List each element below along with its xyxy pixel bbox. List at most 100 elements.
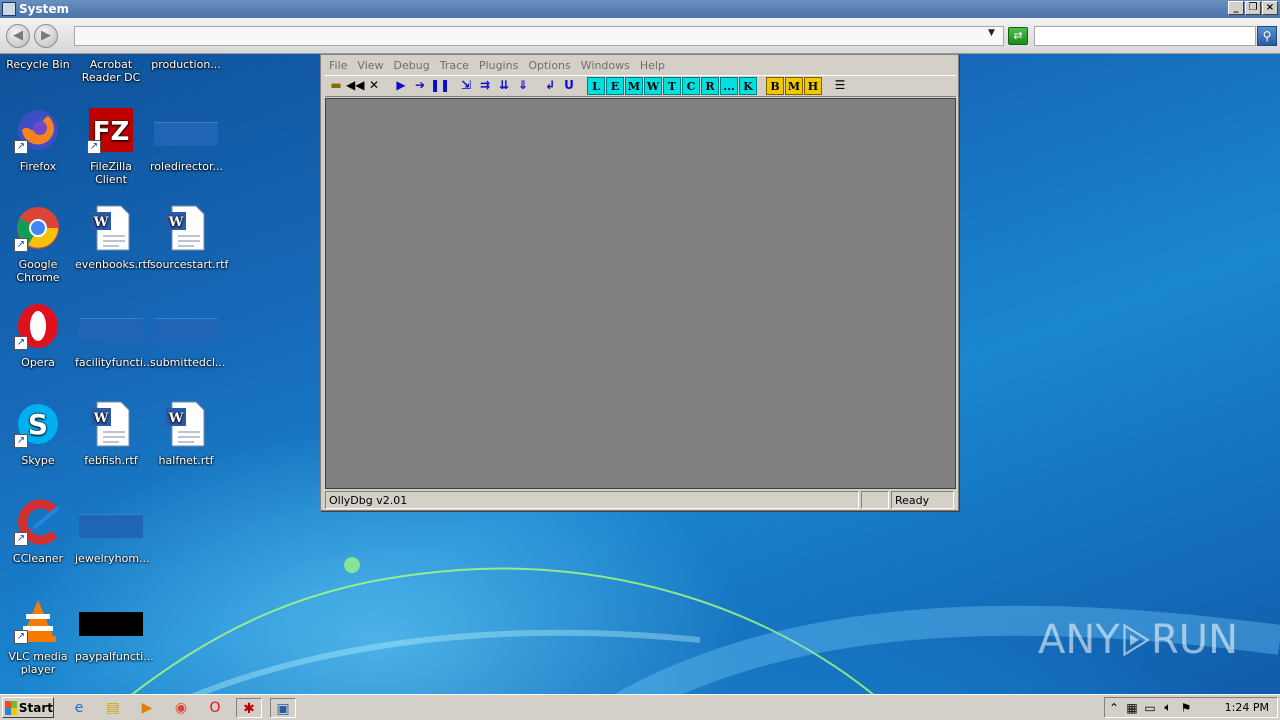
chrome-taskbar-icon[interactable]: ◉ (170, 698, 192, 718)
refresh-button[interactable]: ⇄ (1008, 27, 1028, 45)
window-titlebar: System _ ❐ × (0, 0, 1280, 18)
open-folder-icon[interactable]: ▬ (327, 77, 345, 95)
desktop-icon-skype[interactable]: S ↗ Skype (0, 400, 76, 467)
taskbar-clock[interactable]: 1:24 PM (1225, 701, 1277, 714)
step-into-icon[interactable]: ⇲ (457, 77, 475, 95)
menu-view[interactable]: View (353, 59, 389, 72)
menu-windows[interactable]: Windows (577, 59, 636, 72)
desktop-icon-halfnet[interactable]: W halfnet.rtf (148, 400, 224, 467)
desktop-icon-opera[interactable]: ↗ Opera (0, 302, 76, 369)
desktop-icon-label: sourcestart.rtf (150, 258, 229, 271)
opera-taskbar-icon[interactable]: O (204, 698, 226, 718)
desktop-icon-firefox[interactable]: ↗ Firefox (0, 106, 76, 173)
log-window-button[interactable]: L (587, 77, 605, 95)
desktop-icon-vlc[interactable]: ↗ VLC media player (0, 596, 76, 676)
menu-options[interactable]: Options (524, 59, 576, 72)
memory-map-button[interactable]: M (625, 77, 643, 95)
ollydbg-client-area (325, 98, 956, 489)
desktop-icon-acrobat[interactable]: Acrobat Reader DC (73, 58, 149, 84)
menu-trace[interactable]: Trace (436, 59, 475, 72)
desktop-icon-ccleaner[interactable]: ↗ CCleaner (0, 498, 76, 565)
desktop-icon-jewelryhom[interactable]: jewelryhom... (73, 498, 150, 565)
word-doc-icon: W (87, 204, 135, 252)
list-icon[interactable]: ☰ (831, 77, 849, 95)
desktop-icon-label: jewelryhom... (75, 552, 150, 565)
minimize-button[interactable]: _ (1228, 1, 1244, 15)
desktop-icon-filezilla[interactable]: FZ ↗ FileZilla Client (73, 106, 149, 186)
action-center-icon[interactable]: ▦ (1123, 701, 1141, 715)
step-over-icon[interactable]: ⇉ (476, 77, 494, 95)
search-icon: ⚲ (1262, 29, 1272, 43)
breakpoints-button[interactable]: B (766, 77, 784, 95)
windows-button[interactable]: W (644, 77, 662, 95)
desktop-icon-facilityfuncti[interactable]: facilityfuncti... (73, 302, 154, 369)
desktop-icon-production[interactable]: production... (148, 58, 224, 71)
call-stack-button[interactable]: K (739, 77, 757, 95)
word-doc-icon: W (87, 400, 135, 448)
pause-icon[interactable]: ❚❚ (430, 77, 450, 95)
volume-icon[interactable]: 🔈︎ (1159, 700, 1177, 715)
back-button[interactable]: ◀ (6, 24, 30, 48)
references-button[interactable]: R (701, 77, 719, 95)
executables-button[interactable]: E (606, 77, 624, 95)
execute-till-return-icon[interactable]: ↲ (541, 77, 559, 95)
flag-icon[interactable]: ⚑ (1177, 701, 1195, 715)
computer-icon (2, 2, 16, 16)
hardware-breakpoints-button[interactable]: H (804, 77, 822, 95)
close-button[interactable]: × (1262, 1, 1278, 15)
desktop-icon-sourcestart[interactable]: W sourcestart.rtf (148, 204, 229, 271)
desktop-icon-roledirector[interactable]: roledirector... (148, 106, 224, 173)
threads-button[interactable]: T (663, 77, 681, 95)
taskbar: Start e ▤ ▶ ◉ O ✱ ▣ ⌃ ▦ ▭ 🔈︎ ⚑ 1:24 PM (0, 694, 1280, 720)
play-logo-icon (1123, 623, 1150, 657)
chevron-down-icon[interactable]: ▼ (988, 28, 995, 38)
restart-icon[interactable]: ◀◀ (346, 77, 364, 95)
ollydbg-taskbar-icon[interactable]: ✱ (236, 698, 262, 718)
forward-button[interactable]: ▶ (34, 24, 58, 48)
desktop-icon-febfish[interactable]: W febfish.rtf (73, 400, 149, 467)
run-thread-icon[interactable]: ➔ (411, 77, 429, 95)
black-file-icon (79, 612, 143, 636)
execute-till-user-code-icon[interactable]: U (560, 77, 578, 95)
cpu-button[interactable]: C (682, 77, 700, 95)
menu-debug[interactable]: Debug (390, 59, 436, 72)
restore-button[interactable]: ❐ (1245, 1, 1261, 15)
desktop-icon-evenbooks[interactable]: W evenbooks.rtf (73, 204, 151, 271)
menu-plugins[interactable]: Plugins (475, 59, 524, 72)
desktop-icon-label: halfnet.rtf (158, 454, 214, 467)
internet-explorer-icon[interactable]: e (68, 698, 90, 718)
run-icon[interactable]: ▶ (392, 77, 410, 95)
vlc-icon: ↗ (14, 596, 62, 644)
desktop-icon-label: submittedcl... (150, 356, 226, 369)
memory-breakpoints-button[interactable]: M (785, 77, 803, 95)
ollydbg-statusbar: OllyDbg v2.01 Ready (325, 491, 956, 509)
desktop-icon-paypalfuncti[interactable]: paypalfuncti... (73, 596, 154, 663)
desktop-icon-submittedcl[interactable]: submittedcl... (148, 302, 226, 369)
desktop-icon-label: paypalfuncti... (75, 650, 154, 663)
svg-text:W: W (168, 411, 184, 426)
desktop-icon-label: facilityfuncti... (75, 356, 154, 369)
show-hidden-icons-icon[interactable]: ⌃ (1105, 701, 1123, 715)
desktop-icon-recycle-bin[interactable]: Recycle Bin (0, 58, 76, 71)
menu-help[interactable]: Help (636, 59, 671, 72)
network-icon[interactable]: ▭ (1141, 701, 1159, 715)
desktop-icon-chrome[interactable]: ↗ Google Chrome (0, 204, 76, 284)
media-player-icon[interactable]: ▶ (136, 698, 158, 718)
desktop-icon-label: Skype (21, 454, 55, 467)
address-bar[interactable] (74, 26, 1004, 46)
animate-into-icon[interactable]: ⇊ (495, 77, 513, 95)
blank-file-icon (79, 514, 143, 538)
system-window-taskbar-icon[interactable]: ▣ (270, 698, 296, 718)
search-input[interactable] (1034, 26, 1256, 46)
menu-file[interactable]: File (325, 59, 353, 72)
explorer-navbar: ◀ ▶ ▼ ⇄ ⚲ (0, 18, 1280, 54)
animate-over-icon[interactable]: ⇓ (514, 77, 532, 95)
ollydbg-menubar: File View Debug Trace Plugins Options Wi… (321, 55, 958, 75)
window-title: System (19, 2, 69, 16)
start-button[interactable]: Start (2, 697, 54, 718)
desktop-icon-label: Acrobat Reader DC (81, 58, 141, 84)
close-icon[interactable]: ✕ (365, 77, 383, 95)
search-button[interactable]: ⚲ (1257, 26, 1277, 46)
file-explorer-icon[interactable]: ▤ (102, 698, 124, 718)
run-trace-button[interactable]: ... (720, 77, 738, 95)
